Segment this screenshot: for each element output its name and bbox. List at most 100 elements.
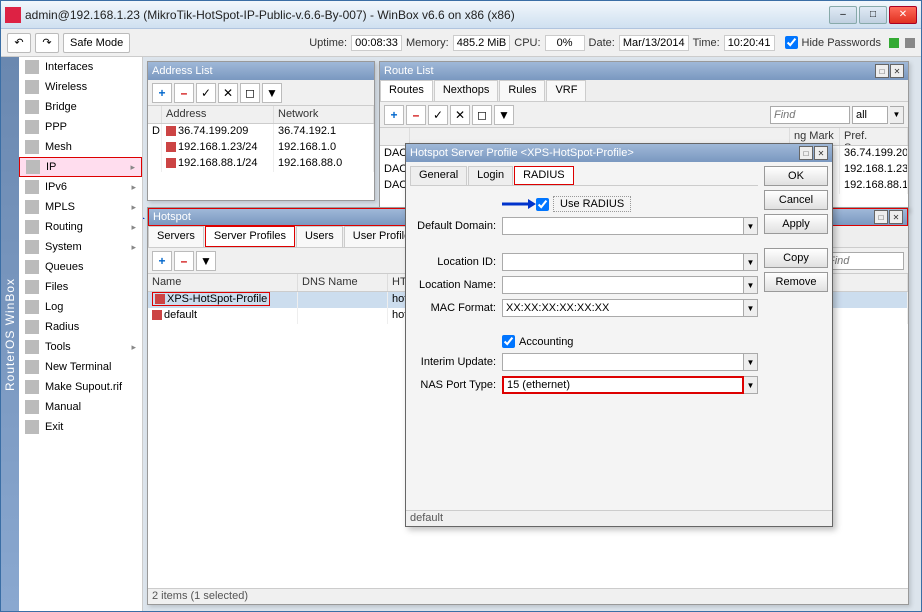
default-domain-label: Default Domain: [410, 220, 502, 232]
col-name[interactable]: Name [148, 274, 298, 291]
sidebar-item-mesh[interactable]: Mesh [19, 137, 142, 157]
sidebar-item-system[interactable]: System▸ [19, 237, 142, 257]
add-button[interactable]: + [152, 83, 172, 103]
filter-button[interactable]: ▼ [262, 83, 282, 103]
window-minimize-button[interactable]: □ [874, 210, 888, 224]
tab-vrf[interactable]: VRF [546, 80, 586, 101]
sidebar-item-exit[interactable]: Exit [19, 417, 142, 437]
window-minimize-button[interactable]: □ [875, 64, 889, 78]
comment-button[interactable]: ◻ [472, 105, 492, 125]
dropdown-arrow-icon[interactable]: ▼ [744, 299, 758, 317]
sidebar-item-log[interactable]: Log [19, 297, 142, 317]
remove-button[interactable]: – [174, 251, 194, 271]
filter-button[interactable]: ▼ [196, 251, 216, 271]
apply-button[interactable]: Apply [764, 214, 828, 234]
default-domain-input[interactable] [502, 217, 744, 235]
cancel-button[interactable]: Cancel [764, 190, 828, 210]
connection-indicator-icon [889, 38, 899, 48]
sidebar-item-files[interactable]: Files [19, 277, 142, 297]
copy-button[interactable]: Copy [764, 248, 828, 268]
dropdown-arrow-icon[interactable]: ▼ [744, 353, 758, 371]
enable-button[interactable]: ✓ [196, 83, 216, 103]
tab-rules[interactable]: Rules [499, 80, 545, 101]
location-id-input[interactable] [502, 253, 744, 271]
sidebar-item-radius[interactable]: Radius [19, 317, 142, 337]
filter-button[interactable]: ▼ [494, 105, 514, 125]
enable-button[interactable]: ✓ [428, 105, 448, 125]
add-button[interactable]: + [152, 251, 172, 271]
col-address[interactable]: Address [162, 106, 274, 123]
sidebar-item-ipv6[interactable]: IPv6▸ [19, 177, 142, 197]
route-list-titlebar[interactable]: Route List □ ✕ [380, 62, 908, 80]
window-minimize-button[interactable]: □ [799, 146, 813, 160]
sidebar-item-interfaces[interactable]: Interfaces [19, 57, 142, 77]
add-button[interactable]: + [384, 105, 404, 125]
tab-routes[interactable]: Routes [380, 80, 433, 101]
remove-button[interactable]: Remove [764, 272, 828, 292]
sidebar-item-ip[interactable]: IP▸ [19, 157, 142, 177]
find-input[interactable] [770, 106, 850, 124]
remove-button[interactable]: – [406, 105, 426, 125]
safe-mode-button[interactable]: Safe Mode [63, 33, 130, 53]
menu-icon [25, 220, 39, 234]
menu-icon [25, 140, 39, 154]
use-radius-checkbox[interactable] [536, 198, 549, 211]
ok-button[interactable]: OK [764, 166, 828, 186]
filter-dropdown[interactable] [852, 106, 888, 124]
dialog-tab-radius[interactable]: RADIUS [514, 166, 574, 185]
window-close-button[interactable]: ✕ [814, 146, 828, 160]
sidebar-item-ppp[interactable]: PPP [19, 117, 142, 137]
nas-port-type-input[interactable] [502, 376, 744, 394]
disable-button[interactable]: ✕ [218, 83, 238, 103]
address-row[interactable]: 192.168.1.23/24192.168.1.0 [148, 140, 374, 156]
close-button[interactable]: ✕ [889, 6, 917, 24]
accounting-checkbox[interactable] [502, 335, 515, 348]
location-name-input[interactable] [502, 276, 744, 294]
filter-dropdown-arrow[interactable]: ▼ [890, 106, 904, 124]
minimize-button[interactable]: – [829, 6, 857, 24]
find-input[interactable] [824, 252, 904, 270]
col-network[interactable]: Network [274, 106, 374, 123]
sidebar-item-queues[interactable]: Queues [19, 257, 142, 277]
col-dns-name[interactable]: DNS Name [298, 274, 388, 291]
undo-button[interactable]: ↶ [7, 33, 31, 53]
dialog-title: Hotspot Server Profile <XPS-HotSpot-Prof… [410, 147, 634, 159]
sidebar-item-routing[interactable]: Routing▸ [19, 217, 142, 237]
tab-servers[interactable]: Servers [148, 226, 204, 247]
tab-users[interactable]: Users [296, 226, 343, 247]
col-pref-source[interactable]: Pref. Source [840, 128, 908, 145]
menu-icon [25, 180, 39, 194]
sidebar-item-mpls[interactable]: MPLS▸ [19, 197, 142, 217]
address-list-titlebar[interactable]: Address List [148, 62, 374, 80]
hotspot-server-profile-dialog: Hotspot Server Profile <XPS-HotSpot-Prof… [405, 143, 833, 527]
sidebar-item-tools[interactable]: Tools▸ [19, 337, 142, 357]
comment-button[interactable]: ◻ [240, 83, 260, 103]
address-row[interactable]: 192.168.88.1/24192.168.88.0 [148, 156, 374, 172]
sidebar-item-wireless[interactable]: Wireless [19, 77, 142, 97]
hide-passwords-checkbox[interactable] [785, 36, 798, 49]
mac-format-input[interactable] [502, 299, 744, 317]
sidebar-item-make-supout.rif[interactable]: Make Supout.rif [19, 377, 142, 397]
nas-port-type-label: NAS Port Type: [410, 379, 502, 391]
dropdown-arrow-icon[interactable]: ▼ [744, 253, 758, 271]
sidebar-item-bridge[interactable]: Bridge [19, 97, 142, 117]
remove-button[interactable]: – [174, 83, 194, 103]
dropdown-arrow-icon[interactable]: ▼ [744, 276, 758, 294]
dropdown-arrow-icon[interactable]: ▼ [744, 376, 758, 394]
dialog-tab-login[interactable]: Login [468, 166, 513, 185]
menu-icon [25, 360, 39, 374]
window-close-button[interactable]: ✕ [889, 210, 903, 224]
dialog-tab-general[interactable]: General [410, 166, 467, 185]
sidebar-item-manual[interactable]: Manual [19, 397, 142, 417]
interim-update-input[interactable] [502, 353, 744, 371]
window-close-button[interactable]: ✕ [890, 64, 904, 78]
tab-server-profiles[interactable]: Server Profiles [205, 226, 295, 247]
dialog-titlebar[interactable]: Hotspot Server Profile <XPS-HotSpot-Prof… [406, 144, 832, 162]
dropdown-arrow-icon[interactable]: ▼ [744, 217, 758, 235]
address-row[interactable]: D36.74.199.20936.74.192.1 [148, 124, 374, 140]
maximize-button[interactable]: □ [859, 6, 887, 24]
disable-button[interactable]: ✕ [450, 105, 470, 125]
tab-nexthops[interactable]: Nexthops [434, 80, 498, 101]
redo-button[interactable]: ↷ [35, 33, 59, 53]
sidebar-item-new-terminal[interactable]: New Terminal [19, 357, 142, 377]
